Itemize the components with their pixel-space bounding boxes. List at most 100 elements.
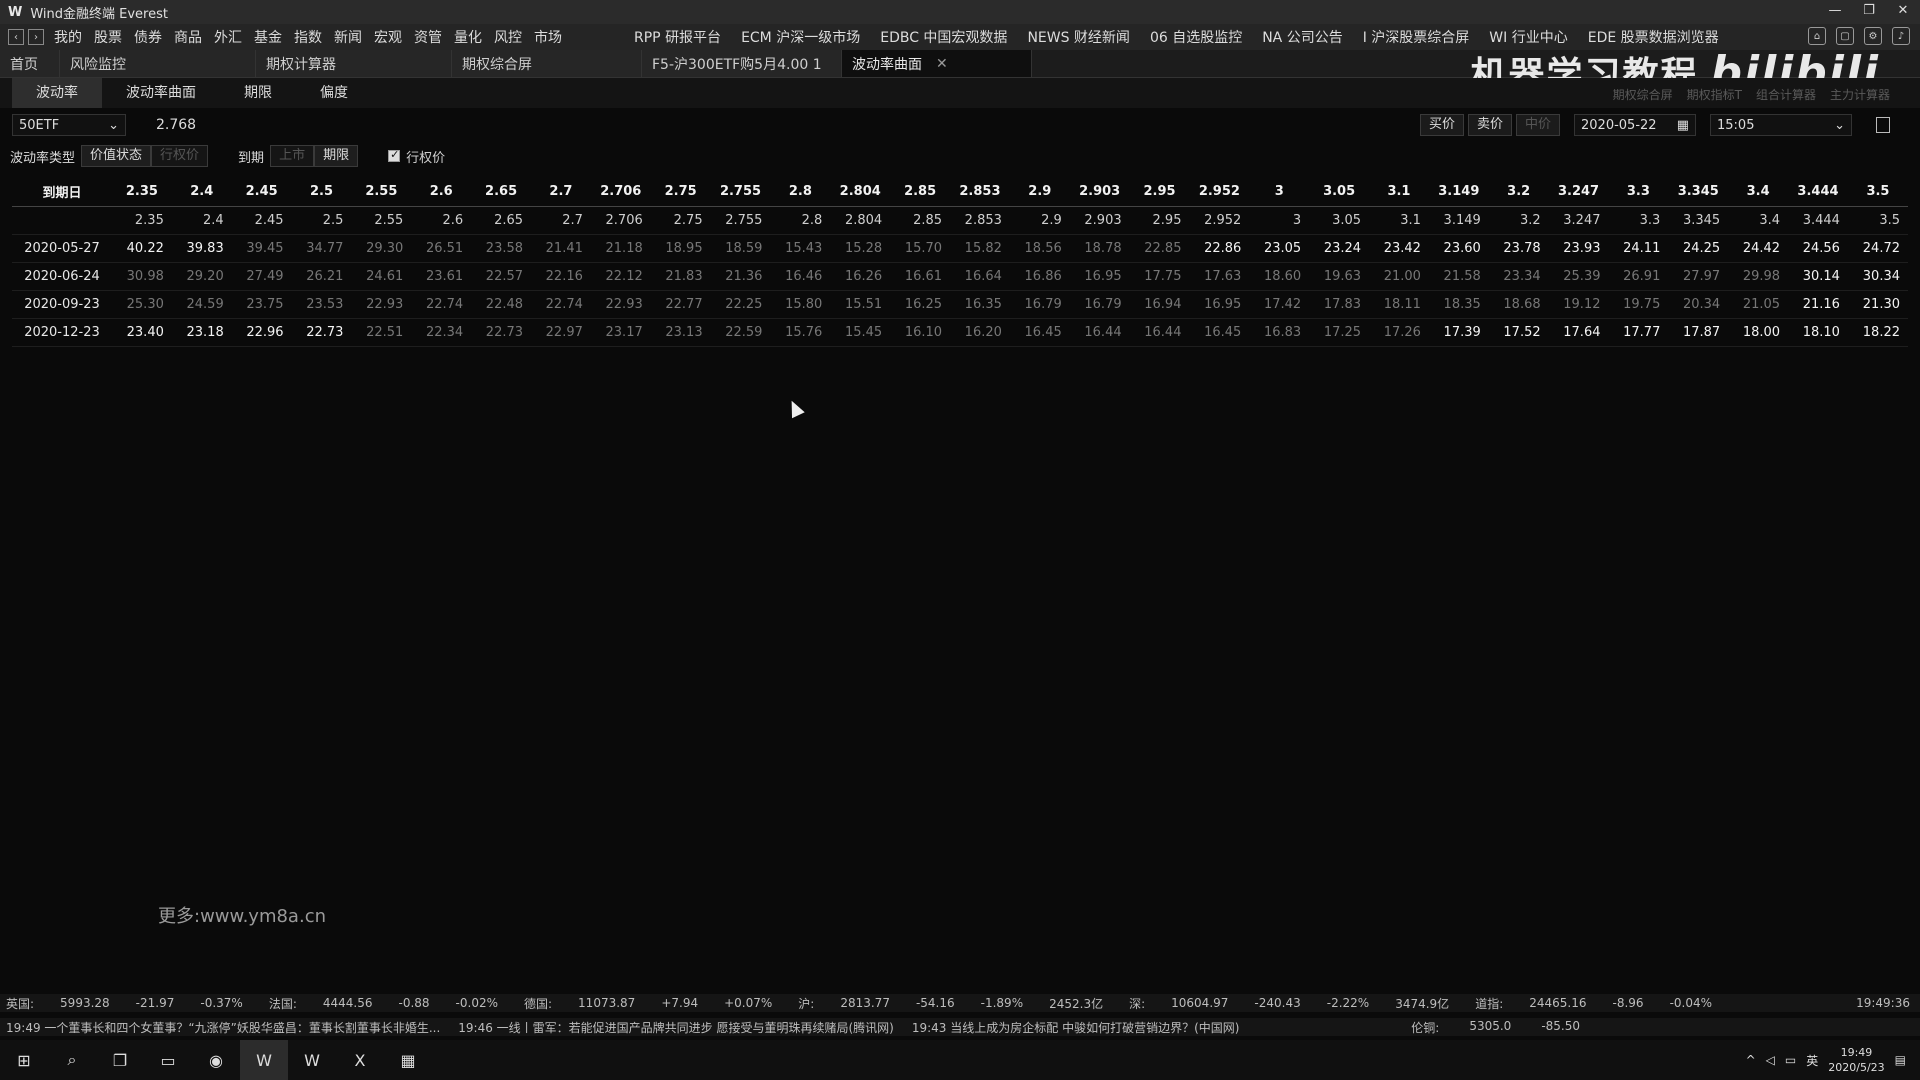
- subtab-term[interactable]: 期限: [220, 78, 296, 108]
- column-header-strike[interactable]: 2.706: [590, 178, 651, 207]
- iv-cell[interactable]: 23.42: [1369, 234, 1429, 263]
- maximize-button[interactable]: ❐: [1852, 0, 1886, 24]
- word-app-icon[interactable]: W: [288, 1040, 336, 1080]
- iv-cell[interactable]: 23.53: [291, 290, 352, 319]
- iv-cell[interactable]: 21.00: [1369, 262, 1429, 291]
- iv-cell[interactable]: 16.79: [1069, 290, 1130, 319]
- iv-cell[interactable]: 27.49: [231, 262, 292, 291]
- ticker-name[interactable]: 英国:: [6, 995, 34, 1012]
- iv-cell[interactable]: 24.25: [1668, 234, 1729, 263]
- iv-cell[interactable]: 16.45: [1189, 318, 1250, 347]
- iv-cell[interactable]: 21.83: [650, 262, 711, 291]
- menu-item-quant[interactable]: 量化: [454, 27, 482, 47]
- iv-cell[interactable]: 22.74: [531, 290, 591, 319]
- column-header-strike[interactable]: 3.149: [1428, 178, 1489, 207]
- iv-cell[interactable]: 22.51: [351, 318, 412, 347]
- ticker-name[interactable]: 沪:: [798, 995, 814, 1012]
- iv-cell[interactable]: 23.58: [471, 234, 532, 263]
- iv-cell[interactable]: 15.80: [770, 290, 831, 319]
- menu-item-ede[interactable]: EDE 股票数据浏览器: [1588, 27, 1719, 47]
- iv-cell[interactable]: 30.34: [1847, 262, 1908, 291]
- vol-type-moneyness[interactable]: 价值状态: [81, 145, 152, 167]
- iv-cell[interactable]: 18.56: [1009, 234, 1070, 263]
- iv-cell[interactable]: 23.61: [411, 262, 472, 291]
- column-header-strike[interactable]: 2.4: [171, 178, 232, 207]
- iv-cell[interactable]: 29.20: [171, 262, 232, 291]
- column-header-strike[interactable]: 2.75: [650, 178, 711, 207]
- iv-cell[interactable]: 22.93: [590, 290, 651, 319]
- iv-cell[interactable]: 17.63: [1189, 262, 1250, 291]
- iv-cell[interactable]: 22.97: [531, 318, 591, 347]
- iv-cell[interactable]: 16.46: [770, 262, 831, 291]
- iv-cell[interactable]: 22.77: [650, 290, 711, 319]
- minimize-button[interactable]: —: [1818, 0, 1852, 24]
- table-row[interactable]: 2020-09-23 25.30 24.59 23.75 23.53 22.93 22.74…: [12, 290, 1908, 319]
- tab-vol-surface[interactable]: 波动率曲面 ✕: [842, 50, 1032, 77]
- menu-item-stocks[interactable]: 股票: [94, 27, 122, 47]
- column-header-expiry[interactable]: 到期日: [12, 178, 112, 207]
- column-header-strike[interactable]: 3.4: [1728, 178, 1789, 207]
- column-header-strike[interactable]: 2.804: [830, 178, 891, 207]
- iv-cell[interactable]: 22.86: [1189, 234, 1250, 263]
- time-select[interactable]: 15:05 ⌄: [1710, 114, 1852, 136]
- iv-cell[interactable]: 16.61: [890, 262, 951, 291]
- column-header-strike[interactable]: 3.3: [1608, 178, 1669, 207]
- menu-item-ecm[interactable]: ECM 沪深一级市场: [741, 27, 860, 47]
- iv-cell[interactable]: 29.30: [351, 234, 412, 263]
- underlying-select[interactable]: 50ETF ⌄: [12, 114, 126, 136]
- column-header-strike[interactable]: 2.853: [950, 178, 1010, 207]
- iv-cell[interactable]: 15.82: [950, 234, 1010, 263]
- iv-cell[interactable]: 21.58: [1428, 262, 1489, 291]
- column-header-strike[interactable]: 2.903: [1069, 178, 1130, 207]
- iv-cell[interactable]: 39.45: [231, 234, 292, 263]
- file-explorer-icon[interactable]: ▭: [144, 1040, 192, 1080]
- iv-cell[interactable]: 29.98: [1728, 262, 1789, 291]
- export-icon[interactable]: [1876, 117, 1890, 133]
- iv-cell[interactable]: 15.51: [830, 290, 891, 319]
- menu-item-market[interactable]: 市场: [534, 27, 562, 47]
- column-header-strike[interactable]: 2.9: [1009, 178, 1070, 207]
- iv-cell[interactable]: 23.78: [1488, 234, 1549, 263]
- iv-cell[interactable]: 16.35: [950, 290, 1010, 319]
- quick-link[interactable]: 期权综合屏: [1613, 86, 1673, 103]
- mid-button[interactable]: 中价: [1515, 114, 1560, 136]
- iv-cell[interactable]: 18.22: [1847, 318, 1908, 347]
- menu-item-edbc[interactable]: EDBC 中国宏观数据: [880, 27, 1007, 47]
- news-item[interactable]: 19:49 一个董事长和四个女董事？“九涨停”妖股华盛昌：董事长割董事长非婚生.…: [6, 1019, 440, 1036]
- system-clock[interactable]: 19:49 2020/5/23: [1828, 1045, 1884, 1075]
- column-header-strike[interactable]: 3.444: [1788, 178, 1848, 207]
- quick-link[interactable]: 主力计算器: [1830, 86, 1890, 103]
- column-header-strike[interactable]: 3.247: [1548, 178, 1609, 207]
- close-tab-icon[interactable]: ✕: [936, 56, 948, 72]
- bid-button[interactable]: 买价: [1419, 114, 1464, 136]
- app-icon[interactable]: ▦: [384, 1040, 432, 1080]
- iv-cell[interactable]: 39.83: [171, 234, 232, 263]
- iv-cell[interactable]: 26.91: [1608, 262, 1669, 291]
- iv-cell[interactable]: 22.74: [411, 290, 472, 319]
- browser-icon[interactable]: ◉: [192, 1040, 240, 1080]
- iv-cell[interactable]: 15.76: [770, 318, 831, 347]
- quick-link[interactable]: 组合计算器: [1756, 86, 1816, 103]
- column-header-strike[interactable]: 3.2: [1488, 178, 1549, 207]
- iv-cell[interactable]: 17.77: [1608, 318, 1669, 347]
- iv-cell[interactable]: 22.12: [590, 262, 651, 291]
- volume-icon[interactable]: ◁: [1766, 1053, 1775, 1067]
- iv-cell[interactable]: 24.56: [1788, 234, 1848, 263]
- menu-item-stock-screen[interactable]: I 沪深股票综合屏: [1363, 27, 1470, 47]
- iv-cell[interactable]: 40.22: [112, 234, 172, 263]
- menu-item-index[interactable]: 指数: [294, 27, 322, 47]
- menu-item-fx[interactable]: 外汇: [214, 27, 242, 47]
- iv-cell[interactable]: 18.11: [1369, 290, 1429, 319]
- iv-cell[interactable]: 18.35: [1428, 290, 1489, 319]
- menu-item-commodities[interactable]: 商品: [174, 27, 202, 47]
- iv-cell[interactable]: 16.95: [1069, 262, 1130, 291]
- subtab-vol-surface[interactable]: 波动率曲面: [102, 78, 220, 108]
- iv-cell[interactable]: 25.39: [1548, 262, 1609, 291]
- iv-cell[interactable]: 22.16: [531, 262, 591, 291]
- iv-cell[interactable]: 18.68: [1488, 290, 1549, 319]
- iv-cell[interactable]: 24.11: [1608, 234, 1669, 263]
- news-item[interactable]: 19:46 一线丨雷军：若能促进国产品牌共同进步 愿接受与董明珠再续赌局(腾讯网…: [458, 1019, 894, 1036]
- column-header-strike[interactable]: 3.05: [1309, 178, 1370, 207]
- iv-cell[interactable]: 23.05: [1249, 234, 1310, 263]
- iv-cell[interactable]: 25.30: [112, 290, 172, 319]
